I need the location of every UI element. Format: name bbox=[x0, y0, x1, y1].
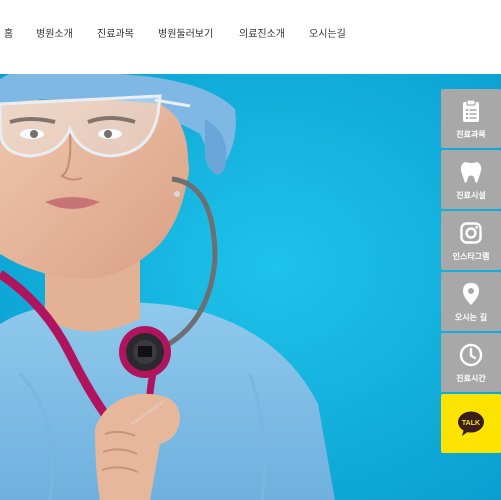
quick-item-label: 진료과목 bbox=[456, 130, 486, 139]
quick-item-label: 진료시간 bbox=[456, 374, 486, 383]
quick-item-instagram[interactable]: 인스타그램 bbox=[441, 211, 501, 270]
quick-item-departments[interactable]: 진료과목 bbox=[441, 89, 501, 148]
stethoscope-chestpiece bbox=[119, 326, 171, 378]
nav-item-departments[interactable]: 진료과목 bbox=[97, 29, 134, 41]
quick-item-directions[interactable]: 오시는 길 bbox=[441, 272, 501, 331]
tooth-icon bbox=[460, 162, 482, 183]
clipboard-icon bbox=[463, 99, 479, 122]
quick-item-label: 진료시설 bbox=[456, 191, 486, 200]
top-navigation: 홈 병원소개 진료과목 병원둘러보기 의료진소개 오시는길 bbox=[0, 0, 501, 74]
kakaotalk-button[interactable]: TALK bbox=[441, 394, 501, 453]
clock-icon bbox=[459, 343, 483, 367]
quick-item-label: 오시는 길 bbox=[454, 313, 488, 322]
nav-item-tour[interactable]: 병원둘러보기 bbox=[158, 29, 213, 41]
nav-item-about[interactable]: 병원소개 bbox=[36, 29, 73, 41]
instagram-icon bbox=[460, 222, 482, 244]
hero-banner: www.hospital.kr bbox=[0, 74, 501, 500]
nav-item-home[interactable]: 홈 bbox=[4, 29, 13, 41]
quick-item-label: 인스타그램 bbox=[452, 252, 490, 261]
quick-item-hours[interactable]: 진료시간 bbox=[441, 333, 501, 392]
doctor-illustration bbox=[0, 74, 501, 500]
nav-item-directions[interactable]: 오시는길 bbox=[309, 29, 346, 41]
nav-item-doctors[interactable]: 의료진소개 bbox=[239, 29, 285, 41]
quick-item-facilities[interactable]: 진료시설 bbox=[441, 150, 501, 209]
map-pin-icon bbox=[463, 283, 479, 305]
kakaotalk-label: TALK bbox=[461, 420, 481, 427]
